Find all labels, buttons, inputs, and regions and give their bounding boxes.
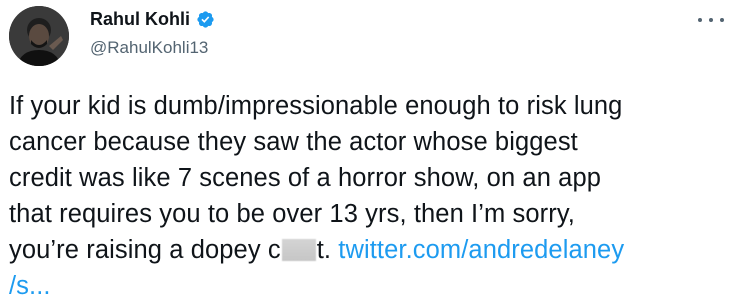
dot	[709, 18, 713, 22]
tweet-text-before-censor: you’re raising a dopey c	[9, 236, 281, 264]
author-handle[interactable]: @RahulKohli13	[90, 38, 208, 58]
censored-word-blur	[281, 239, 316, 261]
avatar-photo	[9, 6, 69, 66]
tweet-line-4: that requires you to be over 13 yrs, the…	[9, 200, 575, 228]
dot	[720, 18, 724, 22]
avatar[interactable]	[9, 6, 69, 66]
tweet-link-continued[interactable]: /s...	[9, 272, 51, 300]
tweet-line-1: If your kid is dumb/impressionable enoug…	[9, 92, 623, 120]
dot	[698, 18, 702, 22]
tweet-card: Rahul Kohli @RahulKohli13 If your kid is…	[0, 0, 740, 304]
tweet-line-6: /s...	[9, 268, 734, 304]
author-name-row: Rahul Kohli	[90, 8, 215, 30]
verified-badge-icon	[197, 10, 214, 28]
tweet-text-after-censor: t.	[316, 236, 339, 264]
tweet-text: If your kid is dumb/impressionable enoug…	[9, 88, 734, 304]
tweet-line-2: cancer because they saw the actor whose …	[9, 128, 578, 156]
more-options-icon[interactable]	[698, 10, 724, 30]
tweet-line-5: you’re raising a dopey c t. twitter.com/a…	[9, 232, 734, 268]
tweet-line-3: credit was like 7 scenes of a horror sho…	[9, 164, 602, 192]
author-name[interactable]: Rahul Kohli	[90, 8, 190, 30]
tweet-link[interactable]: twitter.com/andredelaney	[338, 236, 624, 264]
